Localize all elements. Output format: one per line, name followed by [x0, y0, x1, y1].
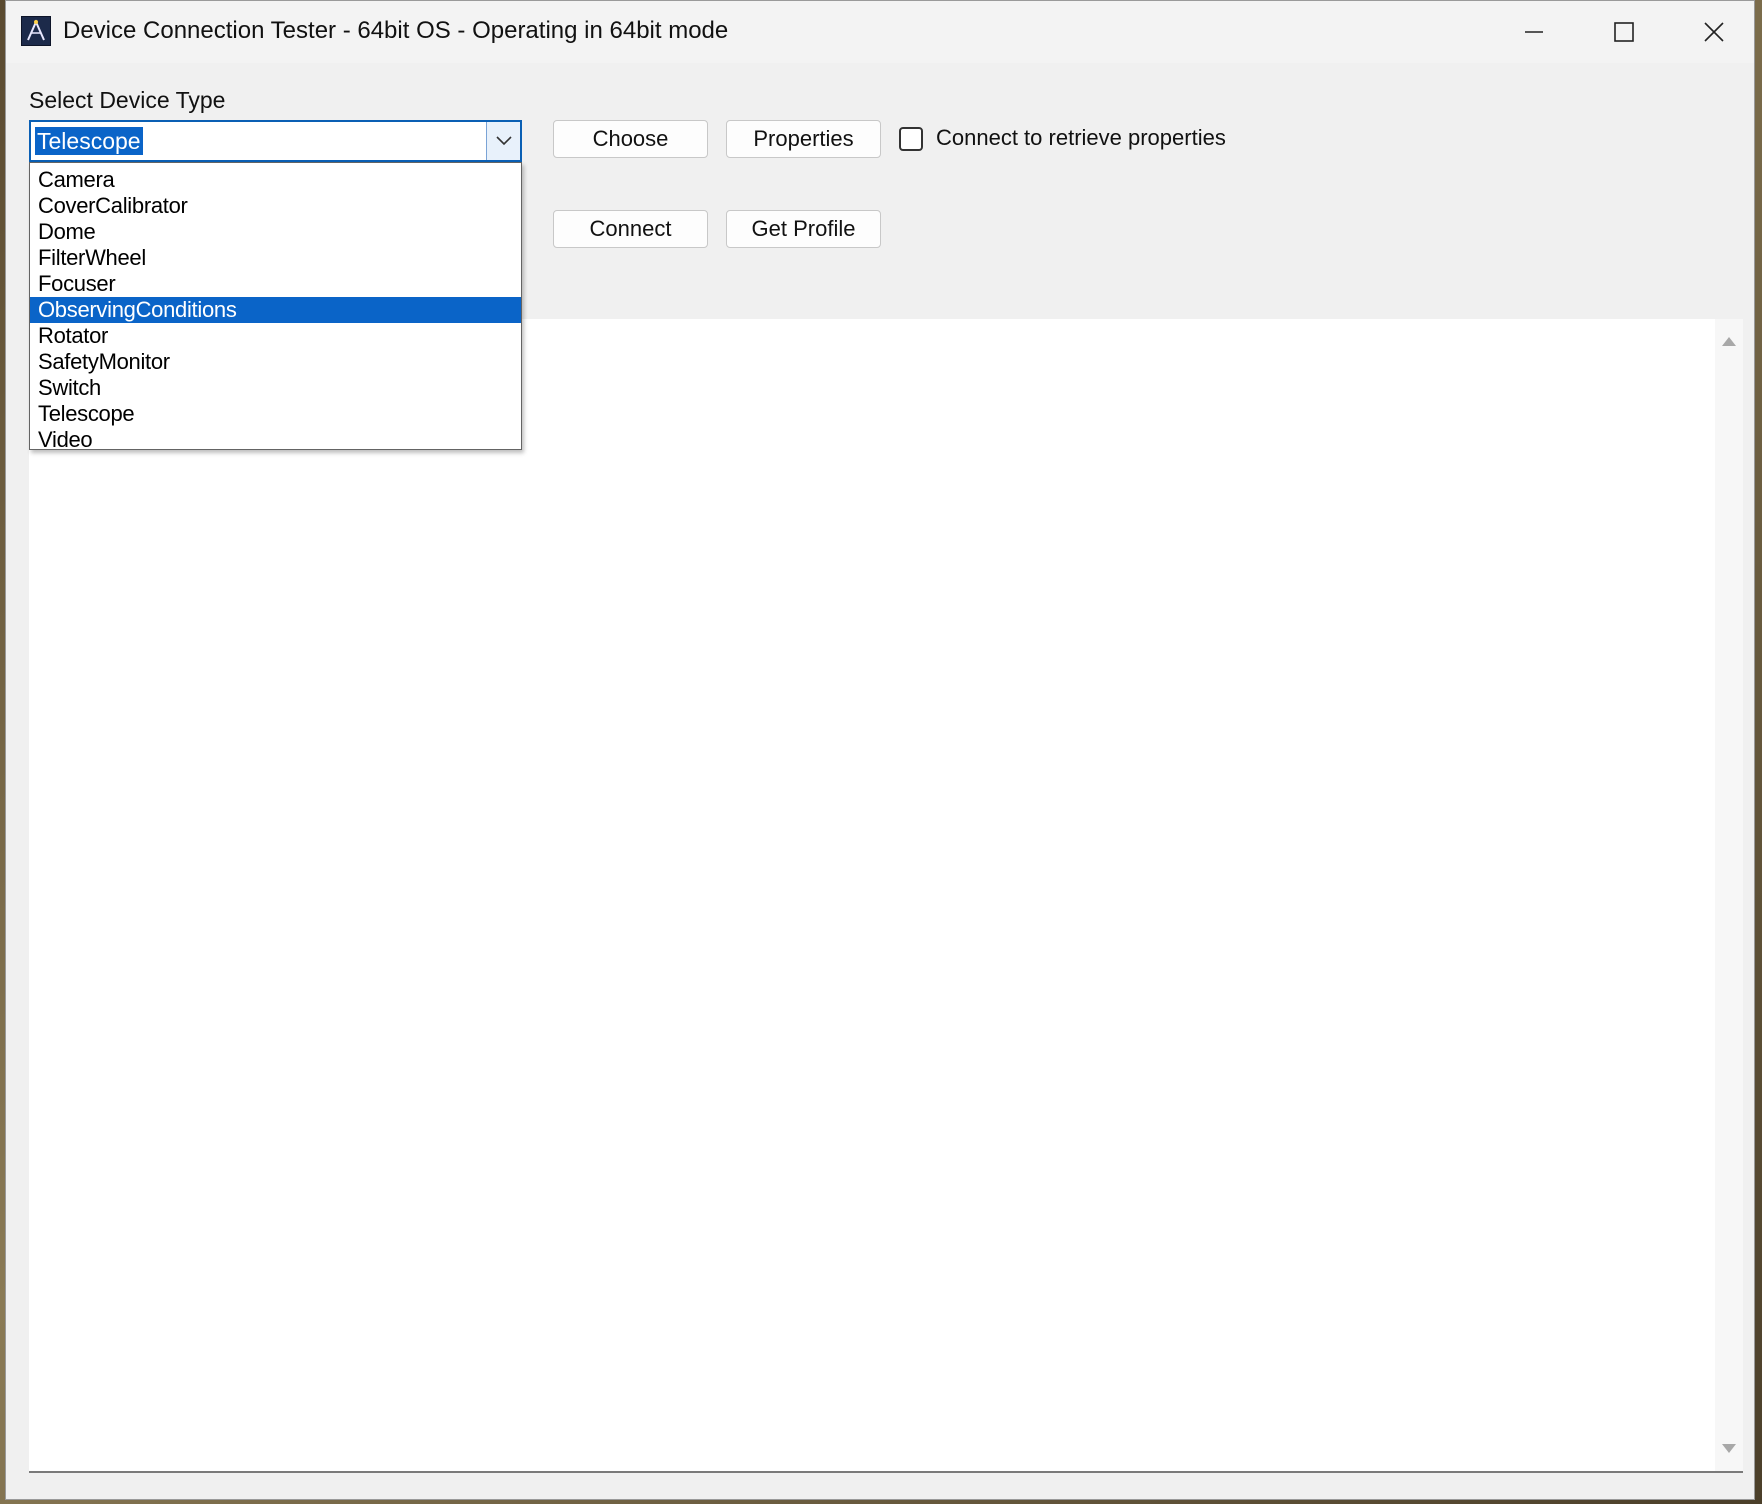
output-vertical-scrollbar[interactable] [1715, 319, 1743, 1471]
dropdown-option-covercalibrator[interactable]: CoverCalibrator [30, 193, 521, 219]
dropdown-arrow-button[interactable] [486, 122, 520, 160]
dropdown-option-video[interactable]: Video [30, 427, 521, 453]
dropdown-option-focuser[interactable]: Focuser [30, 271, 521, 297]
scroll-down-icon [1722, 1444, 1736, 1453]
connect-to-retrieve-checkbox[interactable] [899, 127, 923, 151]
window-title: Device Connection Tester - 64bit OS - Op… [63, 17, 729, 44]
device-type-combobox[interactable]: Telescope [29, 120, 522, 162]
app-window: Device Connection Tester - 64bit OS - Op… [5, 0, 1755, 1500]
device-type-label: Select Device Type [29, 87, 226, 113]
device-type-selected-value: Telescope [35, 127, 143, 155]
connect-button[interactable]: Connect [553, 210, 708, 248]
dropdown-option-filterwheel[interactable]: FilterWheel [30, 245, 521, 271]
dropdown-option-camera[interactable]: Camera [30, 167, 521, 193]
chevron-down-icon [495, 136, 512, 146]
scroll-up-icon [1722, 337, 1736, 346]
dropdown-option-rotator[interactable]: Rotator [30, 323, 521, 349]
get-profile-button[interactable]: Get Profile [726, 210, 881, 248]
minimize-icon [1525, 31, 1543, 33]
app-icon [21, 16, 51, 46]
maximize-button[interactable] [1580, 1, 1668, 63]
dropdown-option-telescope[interactable]: Telescope [30, 401, 521, 427]
dropdown-option-observingconditions[interactable]: ObservingConditions [30, 297, 521, 323]
title-bar[interactable]: Device Connection Tester - 64bit OS - Op… [6, 1, 1754, 63]
dropdown-option-dome[interactable]: Dome [30, 219, 521, 245]
minimize-button[interactable] [1490, 1, 1578, 63]
choose-button[interactable]: Choose [553, 120, 708, 158]
output-text-area[interactable] [29, 319, 1743, 1473]
maximize-icon [1614, 22, 1634, 42]
scroll-up-button[interactable] [1715, 327, 1743, 355]
close-icon [1704, 22, 1724, 42]
dropdown-option-switch[interactable]: Switch [30, 375, 521, 401]
scroll-down-button[interactable] [1715, 1435, 1743, 1463]
device-type-dropdown-list: Camera CoverCalibrator Dome FilterWheel … [29, 162, 522, 453]
close-button[interactable] [1670, 1, 1758, 63]
properties-button[interactable]: Properties [726, 120, 881, 158]
connect-to-retrieve-label[interactable]: Connect to retrieve properties [936, 125, 1226, 151]
dropdown-option-safetymonitor[interactable]: SafetyMonitor [30, 349, 521, 375]
